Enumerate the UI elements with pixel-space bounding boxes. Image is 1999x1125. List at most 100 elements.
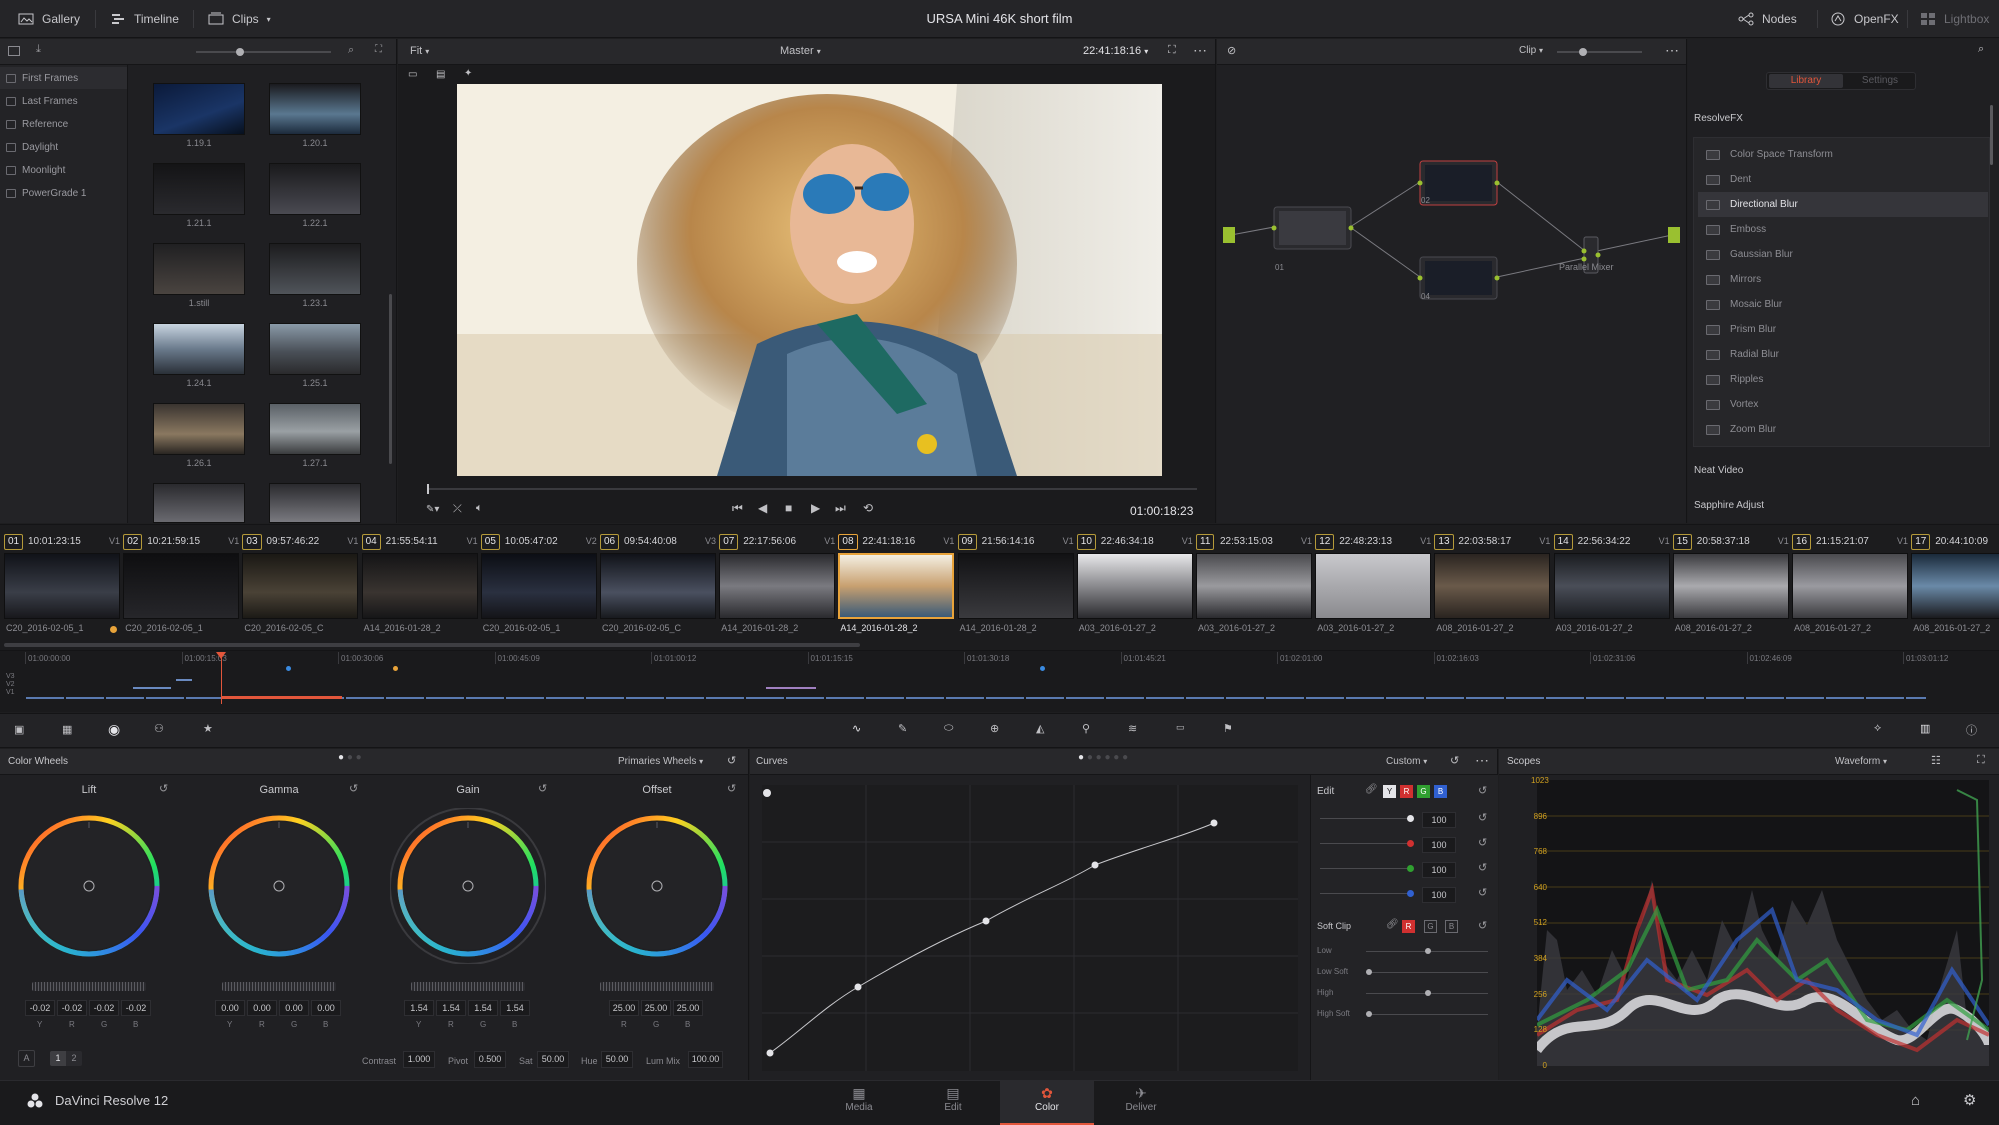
reset-channel-icon[interactable]: ↺ [1478,861,1487,874]
a-button[interactable]: A [18,1050,35,1067]
clip-thumbnail[interactable] [1672,553,1789,619]
wheel-value-field[interactable]: -0.02 [121,1000,151,1016]
master-wheel-slider[interactable] [222,982,336,991]
fx-item[interactable]: Gaussian Blur [1698,242,1988,267]
wheels-mode-dropdown[interactable]: Primaries Wheels ▾ [618,756,703,767]
settings-gear-icon[interactable]: ⚙ [1963,1091,1976,1109]
thumbnail-size-slider[interactable] [196,48,331,56]
edit-slider-handle[interactable] [1407,815,1414,822]
info-icon[interactable]: ⓘ [1966,722,1977,738]
fx-category-neat-video[interactable]: Neat Video [1694,465,1743,476]
curves-icon[interactable]: ∿ [852,722,861,735]
clip-thumbnail[interactable] [719,553,836,619]
edit-value-field[interactable]: 100 [1422,837,1456,853]
wheel-value-field[interactable]: 25.00 [673,1000,703,1016]
reset-wheel-icon[interactable]: ↺ [159,782,168,795]
page-indicator[interactable]: ● ● ● [338,752,362,763]
fx-item[interactable]: Mirrors [1698,267,1988,292]
expand-icon[interactable]: ⛶ [375,44,382,55]
clip-strip-scrollbar[interactable] [4,643,860,647]
playhead[interactable] [221,652,222,704]
openfx-search-icon[interactable]: ⌕ [1978,43,1984,56]
fx-item[interactable]: Ripples [1698,367,1988,392]
album-item[interactable]: Last Frames [0,90,127,112]
camera-raw-icon[interactable]: ▣ [14,723,24,736]
scopes-icon[interactable]: ▥ [1920,722,1930,735]
wheel-value-field[interactable]: 0.00 [311,1000,341,1016]
wheel-value-field[interactable]: 0.00 [215,1000,245,1016]
curves-more-icon[interactable]: ⋯ [1475,752,1489,769]
edit-channel-slider[interactable] [1320,818,1410,819]
master-wheel-slider[interactable] [32,982,146,991]
go-to-start-icon[interactable]: ⏮︎ [732,501,743,516]
playhead-marker[interactable] [216,652,226,659]
softclip-slider[interactable] [1366,1014,1488,1015]
wheels-page-2[interactable]: 2 [66,1051,82,1066]
clip-thumbnail[interactable] [1911,553,1999,619]
stereo-icon[interactable]: ⚑ [1223,722,1233,735]
color-wheel[interactable] [390,808,546,964]
color-wheel[interactable] [579,808,735,964]
master-wheel-slider[interactable] [600,982,714,991]
wheel-value-field[interactable]: 1.54 [468,1000,498,1016]
reset-channel-icon[interactable]: ↺ [1478,811,1487,824]
key-icon[interactable]: ⚲ [1082,722,1090,735]
edit-channel-slider[interactable] [1320,868,1410,869]
reset-channel-icon[interactable]: ↺ [1478,886,1487,899]
reset-wheel-icon[interactable]: ↺ [538,782,547,795]
tab-settings[interactable]: Settings [1845,74,1915,88]
page-indicator[interactable]: ● ● ● ● ● ● [1078,752,1128,763]
softclip-g-toggle[interactable]: G [1424,920,1437,933]
clip-thumbnail[interactable] [1315,553,1432,619]
fx-item[interactable]: Zoom Blur [1698,417,1988,442]
softclip-slider-handle[interactable] [1366,1011,1372,1017]
reset-channel-icon[interactable]: ↺ [1478,836,1487,849]
gallery-scrollbar[interactable] [389,294,392,464]
softclip-link-icon[interactable]: 🔗︎ [1386,919,1399,930]
node-more-icon[interactable]: ⋯ [1665,42,1679,59]
sat-field[interactable]: 50.00 [537,1051,569,1068]
wipe-icon[interactable]: ▤ [436,69,445,80]
clip-thumbnail[interactable] [838,553,955,619]
edit-channel-slider[interactable] [1320,893,1410,894]
color-match-icon[interactable]: ▦ [62,723,72,736]
scope-expand-icon[interactable]: ⛶ [1977,754,1985,767]
clip-thumbnail[interactable] [957,553,1074,619]
node-zoom-slider[interactable] [1557,48,1642,56]
clip-thumbnail[interactable] [242,553,359,619]
link-icon[interactable]: 🔗︎ [1365,784,1378,795]
softclip-slider-handle[interactable] [1366,969,1372,975]
album-item[interactable]: Daylight [0,136,127,158]
bypass-node-icon[interactable]: ⊘ [1227,44,1236,57]
viewer-scrubber[interactable] [427,484,1197,494]
master-wheel-slider[interactable] [411,982,525,991]
clip-thumbnail[interactable] [4,553,120,619]
fx-item[interactable]: Prism Blur [1698,317,1988,342]
step-back-icon[interactable]: ◀ [758,501,767,515]
clip-thumbnail[interactable] [1792,553,1908,619]
wheel-value-field[interactable]: -0.02 [89,1000,119,1016]
wheel-value-field[interactable]: 25.00 [641,1000,671,1016]
go-to-end-icon[interactable]: ⏭︎ [835,501,846,516]
fx-item[interactable]: Mosaic Blur [1698,292,1988,317]
loop-icon[interactable]: ⟲ [863,501,873,515]
clip-thumbnail[interactable] [600,553,716,619]
openfx-button[interactable]: OpenFX [1830,0,1899,38]
page-media[interactable]: ▦ Media [812,1080,906,1125]
stop-icon[interactable]: ■ [785,501,792,515]
still-thumbnail[interactable] [269,403,361,455]
page-color[interactable]: ✿ Color [1000,1080,1094,1125]
color-wheel[interactable] [201,808,357,964]
channel-r-toggle[interactable]: R [1400,785,1413,798]
page-deliver[interactable]: ✈ Deliver [1094,1080,1188,1125]
search-icon[interactable]: ⌕ [348,44,354,57]
wheel-value-field[interactable]: 0.00 [279,1000,309,1016]
edit-value-field[interactable]: 100 [1422,887,1456,903]
fx-item[interactable]: Radial Blur [1698,342,1988,367]
still-thumbnail[interactable] [269,83,361,135]
still-thumbnail[interactable] [269,323,361,375]
album-item[interactable]: First Frames [0,67,127,89]
tab-library[interactable]: Library [1769,74,1843,88]
blur-icon[interactable]: ◭ [1036,722,1044,735]
window-icon[interactable]: ⬭ [944,722,953,735]
